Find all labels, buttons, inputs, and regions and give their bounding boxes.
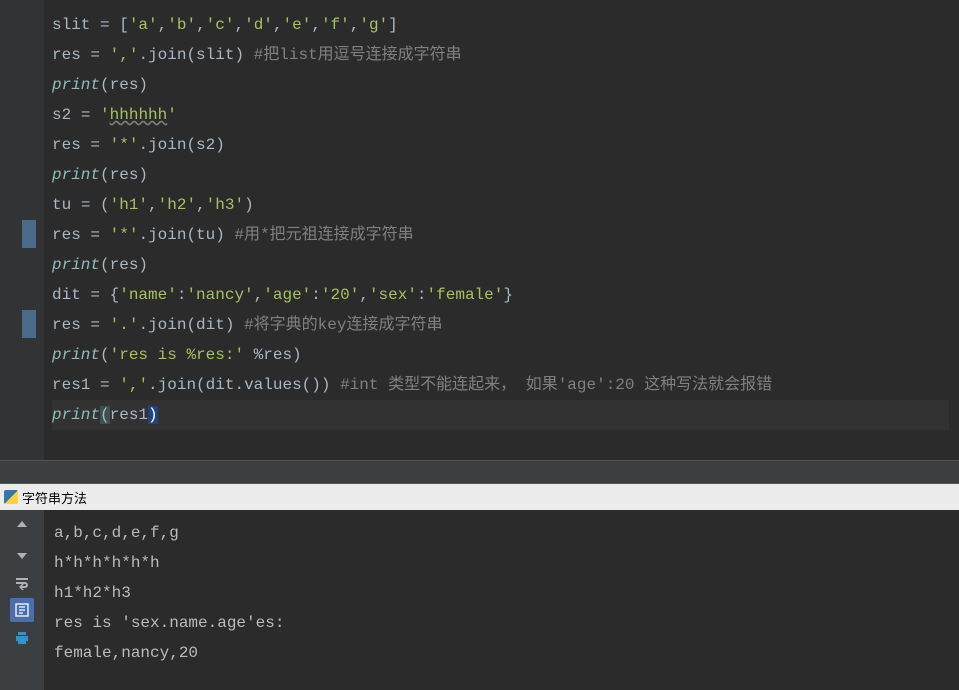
print-icon[interactable]: [10, 626, 34, 650]
output-gutter: [0, 510, 44, 690]
editor-pane: slit = ['a','b','c','d','e','f','g'] res…: [0, 0, 959, 460]
console-output[interactable]: a,b,c,d,e,f,g h*h*h*h*h*h h1*h2*h3 res i…: [44, 510, 284, 690]
scroll-to-end-icon[interactable]: [10, 598, 34, 622]
code-line[interactable]: tu = ('h1','h2','h3'): [52, 190, 959, 220]
code-line-current[interactable]: print(res1): [52, 400, 949, 430]
code-line[interactable]: print(res): [52, 70, 959, 100]
gutter-mark: [22, 220, 36, 248]
code-line[interactable]: res = '*'.join(s2): [52, 130, 959, 160]
code-line[interactable]: res1 = ','.join(dit.values()) #int 类型不能连…: [52, 370, 959, 400]
code-line[interactable]: print(res): [52, 250, 959, 280]
pane-splitter[interactable]: [0, 460, 959, 484]
code-line[interactable]: dit = {'name':'nancy','age':'20','sex':'…: [52, 280, 959, 310]
arrow-down-icon[interactable]: [10, 542, 34, 566]
output-pane: a,b,c,d,e,f,g h*h*h*h*h*h h1*h2*h3 res i…: [0, 510, 959, 690]
output-line: a,b,c,d,e,f,g: [54, 518, 284, 548]
output-tab-bar: 字符串方法: [0, 484, 959, 510]
arrow-up-icon[interactable]: [10, 514, 34, 538]
output-tab-title[interactable]: 字符串方法: [22, 488, 87, 507]
output-line: res is 'sex.name.age'es:: [54, 608, 284, 638]
output-line: female,nancy,20: [54, 638, 284, 668]
soft-wrap-icon[interactable]: [10, 570, 34, 594]
code-line[interactable]: s2 = 'hhhhhh': [52, 100, 959, 130]
code-line[interactable]: res = '*'.join(tu) #用*把元祖连接成字符串: [52, 220, 959, 250]
code-line[interactable]: slit = ['a','b','c','d','e','f','g']: [52, 10, 959, 40]
code-area[interactable]: slit = ['a','b','c','d','e','f','g'] res…: [44, 0, 959, 460]
output-line: h*h*h*h*h*h: [54, 548, 284, 578]
code-line[interactable]: res = ','.join(slit) #把list用逗号连接成字符串: [52, 40, 959, 70]
code-line[interactable]: print('res is %res:' %res): [52, 340, 959, 370]
python-icon: [4, 490, 18, 504]
editor-gutter: [0, 0, 44, 460]
gutter-mark: [22, 310, 36, 338]
code-line[interactable]: res = '.'.join(dit) #将字典的key连接成字符串: [52, 310, 959, 340]
output-line: h1*h2*h3: [54, 578, 284, 608]
code-line[interactable]: print(res): [52, 160, 959, 190]
